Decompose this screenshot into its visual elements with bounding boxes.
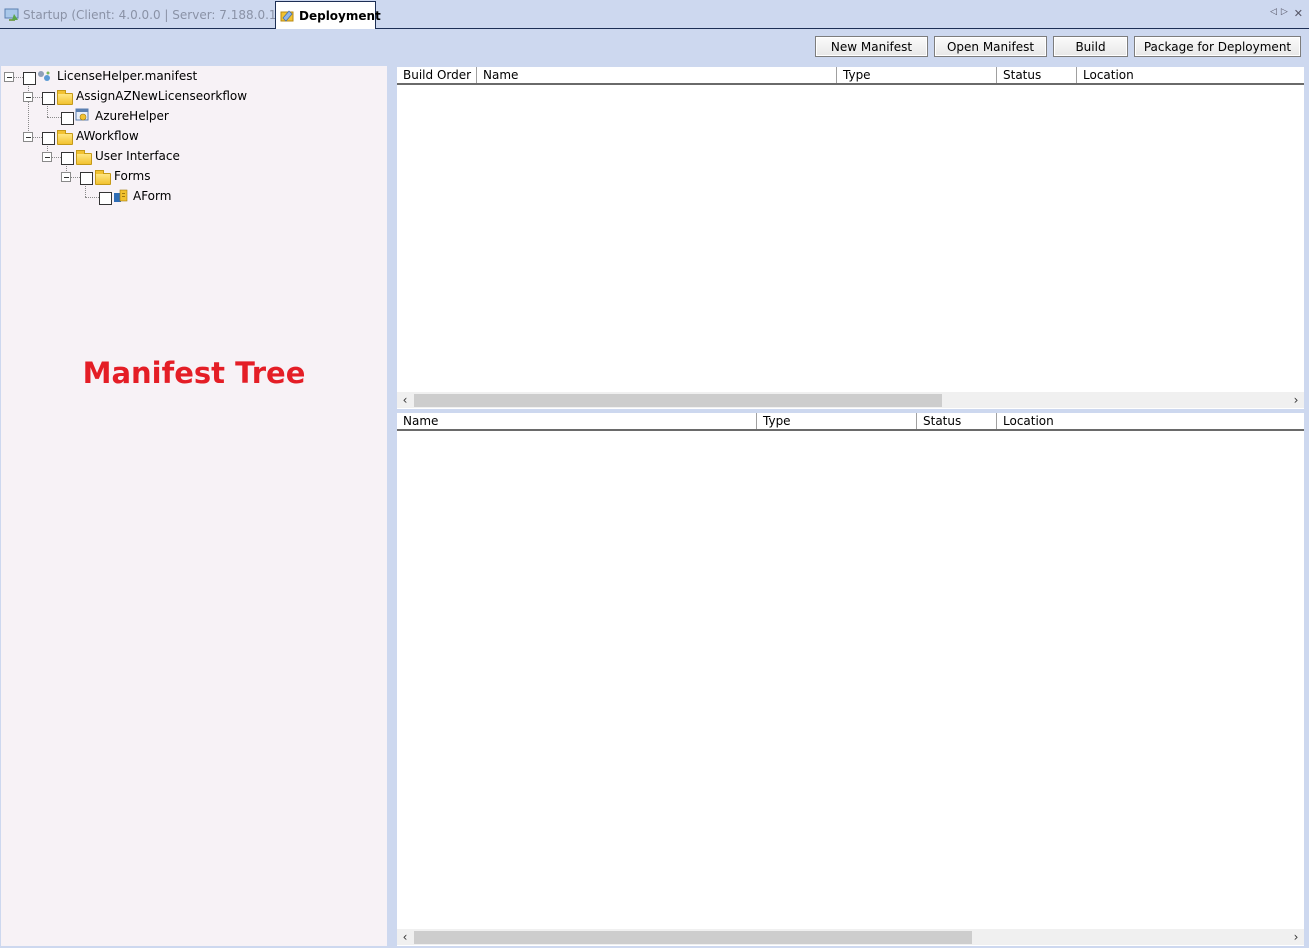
column-header-name[interactable]: Name — [397, 413, 757, 429]
node-checkbox[interactable] — [61, 112, 74, 125]
column-header-name[interactable]: Name — [477, 67, 837, 83]
tab-deployment[interactable]: Deployment — [275, 1, 381, 29]
node-checkbox[interactable] — [23, 72, 36, 85]
node-checkbox[interactable] — [61, 152, 74, 165]
column-header-location[interactable]: Location — [1077, 67, 1304, 83]
column-header-type[interactable]: Type — [837, 67, 997, 83]
manifest-icon — [38, 71, 50, 81]
tree-node-label: AzureHelper — [95, 109, 169, 123]
collapse-icon[interactable] — [61, 172, 71, 182]
folder-icon — [76, 150, 92, 165]
grid-header: Name Type Status Location — [397, 413, 1304, 431]
tree-node-label: AssignAZNewLicenseorkflow — [76, 89, 248, 103]
node-checkbox[interactable] — [99, 192, 112, 205]
tab-deployment-label: Deployment — [299, 8, 381, 23]
monitor-icon — [4, 8, 19, 21]
build-button[interactable]: Build — [1053, 36, 1128, 57]
build-order-grid: Build Order Name Type Status Location ‹ … — [397, 67, 1304, 409]
service-icon — [75, 108, 89, 121]
folder-icon — [57, 130, 73, 145]
manifest-tree-annotation: Manifest Tree — [82, 356, 306, 390]
collapse-icon[interactable] — [42, 152, 52, 162]
tree-node-label: AForm — [133, 189, 172, 203]
collapse-icon[interactable] — [23, 92, 33, 102]
tab-startup-label: Startup (Client: 4.0.0.0 | Server: 7.188… — [23, 7, 312, 22]
tab-startup[interactable]: Startup (Client: 4.0.0.0 | Server: 7.188… — [0, 2, 312, 27]
node-checkbox[interactable] — [80, 172, 93, 185]
package-for-deployment-button[interactable]: Package for Deployment — [1134, 36, 1301, 57]
scroll-left-icon[interactable]: ◁ — [1270, 7, 1277, 20]
scroll-right-icon[interactable]: › — [1288, 929, 1304, 945]
collapse-icon[interactable] — [23, 132, 33, 142]
scroll-left-icon[interactable]: ‹ — [397, 392, 413, 408]
column-header-status[interactable]: Status — [917, 413, 997, 429]
scrollbar-thumb[interactable] — [414, 394, 942, 407]
manifest-tree-panel: LicenseHelper.manifest AssignAZNewLicens… — [1, 66, 387, 946]
node-checkbox[interactable] — [42, 92, 55, 105]
tree-node-label: AWorkflow — [76, 129, 139, 143]
folder-icon — [95, 170, 111, 185]
tree-node-label: User Interface — [95, 149, 180, 163]
node-checkbox[interactable] — [42, 132, 55, 145]
document-tab-strip: Startup (Client: 4.0.0.0 | Server: 7.188… — [0, 0, 1309, 29]
horizontal-scrollbar[interactable]: ‹ › — [397, 392, 1304, 408]
column-header-status[interactable]: Status — [997, 67, 1077, 83]
column-header-build-order[interactable]: Build Order — [397, 67, 477, 83]
close-icon[interactable]: ✕ — [1294, 7, 1303, 20]
column-header-type[interactable]: Type — [757, 413, 917, 429]
horizontal-scrollbar[interactable]: ‹ › — [397, 929, 1304, 945]
tree-node-label: Forms — [114, 169, 151, 183]
new-manifest-button[interactable]: New Manifest — [815, 36, 928, 57]
collapse-icon[interactable] — [4, 72, 14, 82]
tab-navigation: ◁ ▷ ✕ — [1270, 7, 1303, 20]
folder-icon — [57, 90, 73, 105]
form-icon — [114, 189, 128, 202]
open-manifest-button[interactable]: Open Manifest — [934, 36, 1047, 57]
tree-node-label: LicenseHelper.manifest — [57, 69, 198, 83]
scroll-left-icon[interactable]: ‹ — [397, 929, 413, 945]
scrollbar-thumb[interactable] — [414, 931, 972, 944]
grid-header: Build Order Name Type Status Location — [397, 67, 1304, 85]
item-details-grid: Name Type Status Location ‹ › — [397, 413, 1304, 946]
column-header-location[interactable]: Location — [997, 413, 1304, 429]
scroll-right-icon[interactable]: ▷ — [1281, 7, 1288, 20]
deployment-icon — [280, 9, 294, 22]
scroll-right-icon[interactable]: › — [1288, 392, 1304, 408]
